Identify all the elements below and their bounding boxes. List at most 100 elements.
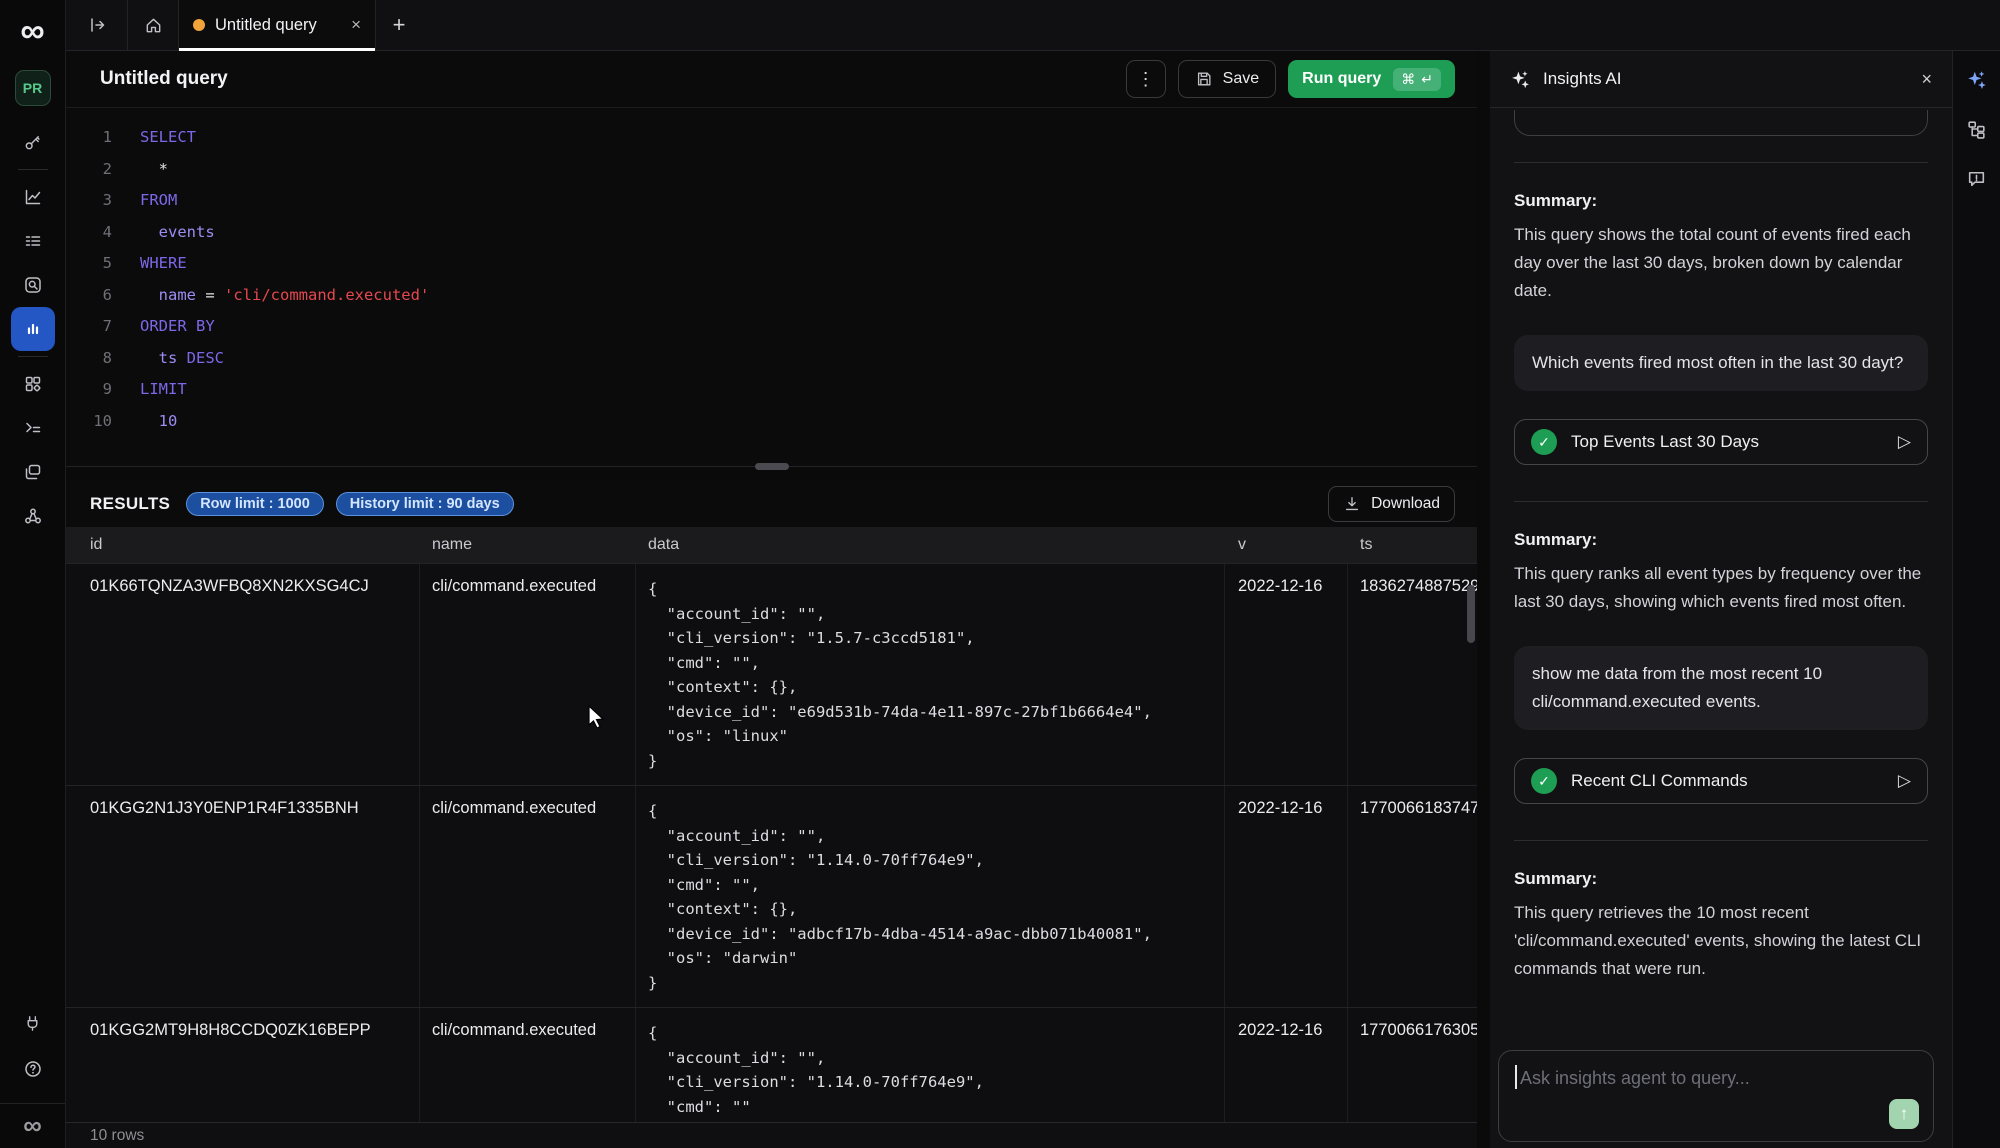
help-icon[interactable]	[11, 1047, 55, 1091]
row-count: 10 rows	[90, 1127, 144, 1145]
left-sidebar: ∞ PR	[0, 0, 66, 1148]
code-line: 8 ts DESC	[66, 343, 1477, 375]
run-query-button[interactable]: Run query ⌘ ↵	[1288, 60, 1455, 98]
check-icon: ✓	[1531, 429, 1557, 455]
avatar[interactable]: PR	[15, 70, 51, 106]
send-arrow-icon: ↑	[1900, 1104, 1909, 1124]
tab-close-icon[interactable]: ×	[351, 15, 361, 35]
summary-block: Summary:This query shows the total count…	[1514, 191, 1928, 305]
status-bar: 10 rows	[66, 1122, 1477, 1148]
code-line: 4 events	[66, 217, 1477, 249]
sidebar-divider	[18, 169, 48, 170]
new-tab-button[interactable]: +	[376, 0, 422, 50]
results-label: RESULTS	[90, 494, 170, 514]
more-options-button[interactable]: ⋮	[1126, 60, 1166, 98]
metrics-icon[interactable]	[11, 175, 55, 219]
query-result-card[interactable]: ✓Recent CLI Commands▷	[1514, 758, 1928, 804]
tab-label: Untitled query	[215, 16, 317, 35]
code-line: 9 LIMIT	[66, 374, 1477, 406]
save-button[interactable]: Save	[1178, 60, 1276, 98]
insights-ai-rail-icon[interactable]	[1966, 69, 1988, 91]
summary-label: Summary:	[1514, 530, 1928, 550]
api-keys-icon[interactable]	[11, 120, 55, 164]
pane-splitter	[66, 466, 1477, 480]
results-toolbar: RESULTS Row limit : 1000 History limit :…	[66, 480, 1477, 527]
code-text: *	[140, 154, 168, 186]
app-logo-icon: ∞	[20, 14, 44, 48]
insights-input[interactable]: Ask insights agent to query... ↑	[1498, 1050, 1934, 1142]
input-placeholder: Ask insights agent to query...	[1520, 1068, 1750, 1088]
schema-tree-rail-icon[interactable]	[1966, 119, 1987, 140]
play-icon[interactable]: ▷	[1898, 432, 1911, 452]
line-number: 5	[66, 248, 112, 280]
insights-title: Insights AI	[1543, 69, 1621, 89]
insights-panel: Insights AI × Summary:This query shows t…	[1490, 51, 1952, 1148]
feed-divider	[1514, 162, 1928, 163]
save-icon	[1195, 70, 1213, 88]
table-row[interactable]: 01K66TQNZA3WFBQ8XN2KXSG4CJcli/command.ex…	[66, 564, 1477, 786]
column-header-v[interactable]: v	[1225, 536, 1348, 554]
insights-feed: Summary:This query shows the total count…	[1490, 108, 1952, 1043]
line-number: 2	[66, 154, 112, 186]
table-row[interactable]: 01KGG2N1J3Y0ENP1R4F1335BNHcli/command.ex…	[66, 786, 1477, 1008]
sql-editor[interactable]: 1SELECT2 *3FROM4 events5WHERE6 name = 'c…	[66, 108, 1477, 466]
download-button[interactable]: Download	[1328, 486, 1455, 522]
column-header-ts[interactable]: ts	[1348, 536, 1477, 554]
right-icon-rail	[1952, 51, 2000, 1148]
send-button[interactable]: ↑	[1889, 1099, 1919, 1129]
cell-name: cli/command.executed	[420, 564, 636, 785]
cmd-key-icon: ⌘	[1401, 71, 1415, 88]
sparkles-icon	[1510, 69, 1531, 90]
code-text: 10	[140, 406, 177, 438]
code-lines: 1SELECT2 *3FROM4 events5WHERE6 name = 'c…	[66, 122, 1477, 437]
results-scrollbar-thumb[interactable]	[1467, 585, 1475, 643]
cell-id: 01K66TQNZA3WFBQ8XN2KXSG4CJ	[66, 564, 420, 785]
plug-icon[interactable]	[11, 1001, 55, 1045]
table-row[interactable]: 01KGG2MT9H8H8CCDQ0ZK16BEPPcli/command.ex…	[66, 1008, 1477, 1122]
cell-id: 01KGG2MT9H8H8CCDQ0ZK16BEPP	[66, 1008, 420, 1122]
home-icon[interactable]	[128, 0, 178, 50]
code-line: 5WHERE	[66, 248, 1477, 280]
code-text: ts DESC	[140, 343, 224, 375]
column-header-id[interactable]: id	[66, 536, 420, 554]
cell-data: { "account_id": "", "cli_version": "1.14…	[636, 786, 1225, 1007]
history-limit-badge[interactable]: History limit : 90 days	[336, 492, 514, 516]
code-text: ORDER BY	[140, 311, 215, 343]
tab-untitled-query[interactable]: Untitled query ×	[178, 0, 376, 50]
summary-block: Summary:This query retrieves the 10 most…	[1514, 869, 1928, 983]
line-number: 9	[66, 374, 112, 406]
mouse-cursor	[588, 705, 610, 731]
code-line: 7 ORDER BY	[66, 311, 1477, 343]
apps-grid-icon[interactable]	[11, 362, 55, 406]
line-number: 1	[66, 122, 112, 154]
cell-ts: 1836274887529	[1348, 564, 1477, 785]
query-result-card[interactable]: ✓Top Events Last 30 Days▷	[1514, 419, 1928, 465]
event-list-icon[interactable]	[11, 219, 55, 263]
feed-divider	[1514, 501, 1928, 502]
run-label: Run query	[1302, 70, 1381, 88]
code-line: 2 *	[66, 154, 1477, 186]
chat-windows-icon[interactable]	[11, 450, 55, 494]
play-icon[interactable]: ▷	[1898, 771, 1911, 791]
row-limit-badge[interactable]: Row limit : 1000	[186, 492, 324, 516]
terminal-icon[interactable]	[11, 406, 55, 450]
close-panel-icon[interactable]: ×	[1921, 69, 1932, 90]
line-number: 10	[66, 406, 112, 438]
splitter-handle[interactable]	[755, 463, 789, 470]
check-icon: ✓	[1531, 768, 1557, 794]
column-header-data[interactable]: data	[636, 536, 1225, 554]
line-number: 7	[66, 311, 112, 343]
line-number: 3	[66, 185, 112, 217]
summary-text: This query ranks all event types by freq…	[1514, 560, 1928, 616]
cell-data: { "account_id": "", "cli_version": "1.14…	[636, 1008, 1225, 1122]
feedback-rail-icon[interactable]	[1966, 168, 1987, 189]
cell-id: 01KGG2N1J3Y0ENP1R4F1335BNH	[66, 786, 420, 1007]
code-text: LIMIT	[140, 374, 187, 406]
insights-bar-chart-icon[interactable]	[11, 307, 55, 351]
explore-search-icon[interactable]	[11, 263, 55, 307]
collapse-sidebar-icon[interactable]	[66, 0, 128, 50]
unsaved-dot-icon	[193, 19, 205, 31]
column-header-name[interactable]: name	[420, 536, 636, 554]
sidebar-divider	[18, 356, 48, 357]
workflow-nodes-icon[interactable]	[11, 494, 55, 538]
